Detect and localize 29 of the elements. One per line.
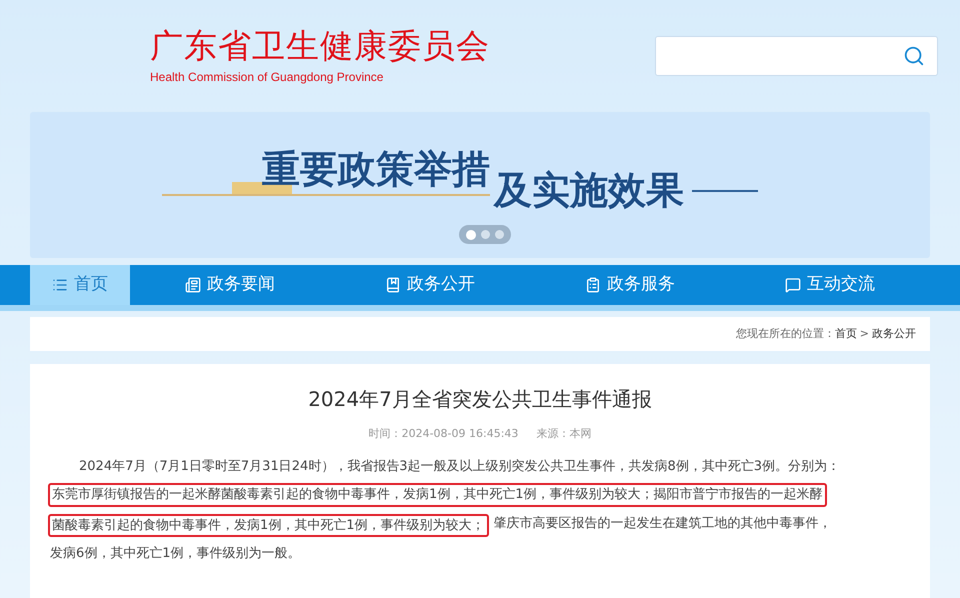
search-icon[interactable] — [903, 45, 925, 67]
breadcrumb-label: 您现在所在的位置： — [736, 326, 835, 342]
nav-tab[interactable]: 互动交流 — [730, 265, 930, 305]
publish-time: 时间：2024-08-09 16:45:43 — [368, 426, 518, 442]
list-icon — [52, 277, 68, 293]
highlighted-text: 菌酸毒素引起的食物中毒事件，发病1例，其中死亡1例，事件级别为较大； — [48, 514, 489, 537]
nav-tab[interactable]: 政务服务 — [530, 265, 730, 305]
body-text: 2024年7月（7月1日零时至7月31日24时），我省报告3起一般及以上级别突发公共卫生事件，共发病8例，其中死亡3例。分别为： — [78, 458, 842, 476]
site-subtitle: Health Commission of Guangdong Province — [150, 69, 384, 86]
banner-tagline: 及实施效果 — [494, 166, 684, 214]
highlighted-text: 东莞市厚街镇报告的一起米酵菌酸毒素引起的食物中毒事件，发病1例，其中死亡1例，事件级别为较大；揭阳市普宁市报告的一起米酵 — [48, 483, 827, 506]
banner-headline: 重要政策举措 — [262, 148, 490, 190]
body-text: 肇庆市高要区报告的一起发生在建筑工地的其他中毒事件， — [492, 514, 833, 532]
body-text: 发病6例，其中死亡1例，事件级别为一般。 — [49, 545, 302, 563]
site-title: 广东省卫生健康委员会 — [150, 26, 490, 66]
clipboard-icon — [585, 277, 601, 293]
book-icon — [385, 277, 401, 293]
nav-tab[interactable]: 政务要闻 — [130, 265, 330, 305]
chat-icon — [785, 277, 801, 293]
search-field[interactable] — [655, 36, 938, 76]
article-title: 2024年7月全省突发公共卫生事件通报 — [308, 386, 652, 413]
breadcrumb-link[interactable]: 政务公开 — [872, 326, 916, 342]
newspaper-icon — [185, 277, 201, 293]
breadcrumb-separator: > — [860, 326, 869, 342]
nav-tab[interactable]: 政务公开 — [330, 265, 530, 305]
breadcrumb-link[interactable]: 首页 — [834, 326, 857, 342]
nav-tab[interactable]: 首页 — [30, 265, 130, 305]
rule-line — [692, 190, 758, 192]
article-source: 来源：本网 — [536, 426, 592, 442]
